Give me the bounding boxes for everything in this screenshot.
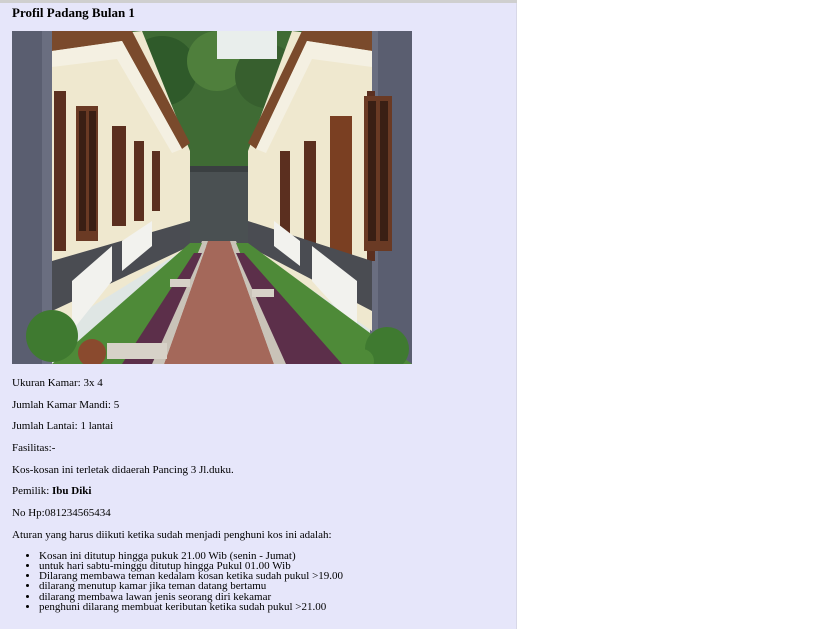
page-title: Profil Padang Bulan 1	[12, 5, 135, 20]
boarding-house-photo	[12, 31, 412, 364]
room-size-label: Ukuran Kamar:	[12, 377, 81, 389]
floor-count-line: Jumlah Lantai: 1 lantai	[12, 420, 507, 433]
bathroom-count-label: Jumlah Kamar Mandi:	[12, 398, 111, 411]
phone-line: No Hp:081234565434	[12, 507, 507, 520]
rules-list: Kosan ini ditutup hingga pukuk 21.00 Wib…	[12, 550, 507, 613]
phone-label: No Hp:	[12, 507, 45, 520]
room-size-value: 3x 4	[83, 377, 103, 389]
owner-line: Pemilik: Ibu Diki	[12, 485, 507, 498]
bathroom-count-value: 5	[113, 398, 120, 411]
location-line: Kos-kosan ini terletak didaerah Pancing …	[12, 463, 234, 476]
owner-label: Pemilik:	[12, 485, 50, 498]
phone-value: 081234565434	[44, 507, 111, 520]
floor-count-label: Jumlah Lantai:	[12, 420, 78, 433]
content-panel: Profil Padang Bulan 1 Ukuran Kamar: 3x 4…	[0, 3, 517, 629]
bathroom-count-line: Jumlah Kamar Mandi: 5	[12, 399, 507, 412]
owner-name: Ibu Diki	[52, 485, 92, 498]
listing-details: Ukuran Kamar: 3x 4 Jumlah Kamar Mandi: 5…	[12, 377, 507, 613]
floor-count-value: 1 lantai	[80, 420, 114, 433]
facilities-line: Fasilitas:-	[12, 442, 56, 455]
rule-item: penghuni dilarang membuat keributan keti…	[39, 601, 507, 612]
rules-intro: Aturan yang harus diikuti ketika sudah m…	[12, 528, 332, 541]
room-size-line: Ukuran Kamar: 3x 4	[12, 377, 507, 390]
